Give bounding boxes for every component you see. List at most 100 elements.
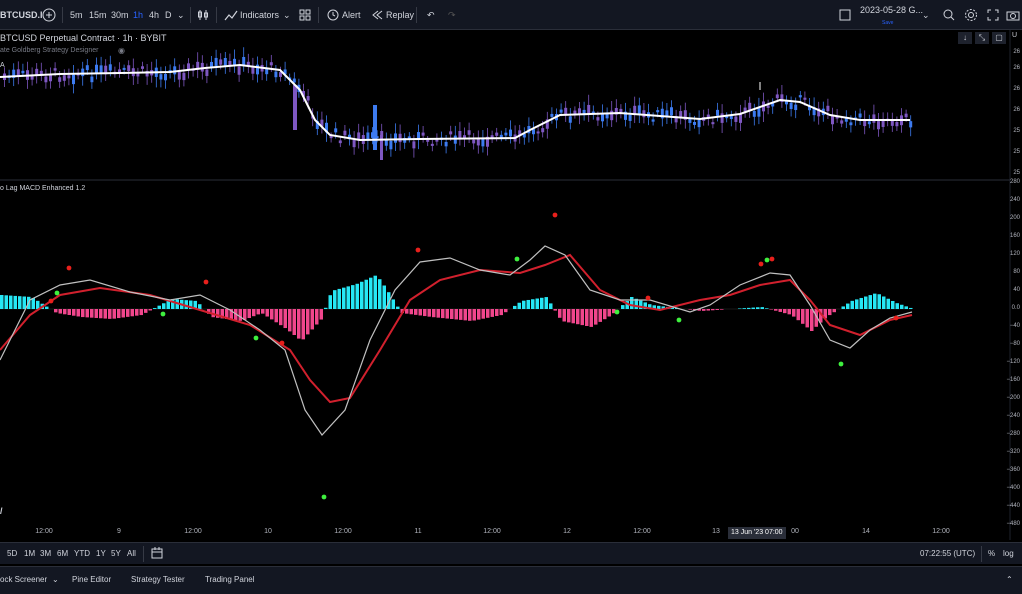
quick-search-icon[interactable] [942,8,956,22]
candle-body [881,120,885,127]
candle-body [688,118,692,123]
indicators-icon[interactable] [224,8,238,22]
histogram-bar [607,309,611,317]
histogram-bar [769,309,773,310]
candle-body [430,143,434,146]
candles-icon[interactable] [196,8,210,22]
histogram-bar [909,307,913,309]
date-range-icon[interactable] [151,542,163,564]
histogram-bar [261,309,265,314]
chevron-up-icon[interactable]: ⌃ [1006,567,1013,593]
range-ytd[interactable]: YTD [74,543,90,565]
candle-body [826,105,830,112]
candle-body [173,66,177,75]
histogram-bar [594,309,598,325]
interval-1h[interactable]: 1h [133,0,143,30]
arrow-down-icon[interactable]: ↓ [958,32,972,44]
symbol-search[interactable]: BTCUSD.I [0,0,43,30]
interval-30m[interactable]: 30m [111,0,129,30]
range-3m[interactable]: 3M [40,543,51,565]
histogram-bar [504,309,508,313]
histogram-bar [130,309,134,317]
camera-icon[interactable] [1006,8,1020,22]
chart-canvas[interactable] [0,30,1022,540]
undo-icon[interactable]: ↶ [427,0,435,30]
candle-body [895,122,899,127]
range-5y[interactable]: 5Y [111,543,121,565]
histogram-bar [441,309,445,319]
candle-body [716,109,719,116]
tab-stock-screener[interactable]: ock Screener [0,567,47,593]
range-6m[interactable]: 6M [57,543,68,565]
range-all[interactable]: All [127,543,136,565]
interval-4h[interactable]: 4h [149,0,159,30]
percent-toggle[interactable]: % [988,543,995,565]
candle-body [720,113,724,123]
histogram-bar [841,306,845,309]
histogram-bar [67,309,71,315]
candle-body [536,131,540,134]
redo-icon[interactable]: ↷ [448,0,456,30]
tab-strategy-tester[interactable]: Strategy Tester [131,567,185,593]
chevron-down-icon[interactable]: ⌄ [52,567,59,593]
histogram-bar [886,298,890,309]
chevron-down-icon[interactable]: ⌄ [177,0,185,30]
interval-15m[interactable]: 15m [89,0,107,30]
layout-icon[interactable] [838,8,852,22]
replay-icon[interactable] [370,8,384,22]
signal-dot-green [321,494,327,500]
candle-body [449,131,453,135]
time-label: 13 [712,528,720,535]
interval-5m[interactable]: 5m [70,0,83,30]
macd-label: 0.0 [1011,305,1020,311]
candle-body [831,115,834,125]
clock-time[interactable]: 07:22:55 (UTC) [920,543,975,565]
histogram-bar [751,307,755,309]
alert-button[interactable]: Alert [342,0,361,30]
candle-body [637,105,641,114]
tab-pine-editor[interactable]: Pine Editor [72,567,111,593]
templates-icon[interactable] [298,8,312,22]
macd-line [0,245,913,436]
histogram-bar [108,309,112,319]
candle-body [53,68,57,71]
replay-button[interactable]: Replay [386,0,414,30]
candle-body [21,70,25,74]
alert-icon[interactable] [326,8,340,22]
histogram-bar [891,301,895,309]
histogram-bar [522,300,526,309]
tradingview-logo: / [0,506,3,516]
candle-body [99,65,103,74]
collapse-icon[interactable]: ⤡ [975,32,989,44]
histogram-bar [252,309,256,317]
candle-body [343,130,347,136]
chevron-down-icon[interactable]: ⌄ [283,0,291,30]
chart-area[interactable]: BTCUSD Perpetual Contract · 1h · BYBIT a… [0,30,1022,540]
time-label: 9 [117,528,121,535]
histogram-bar [427,309,431,317]
tab-trading-panel[interactable]: Trading Panel [205,567,255,593]
fullscreen-icon[interactable] [986,8,1000,22]
candle-body [670,107,673,116]
histogram-bar [828,309,832,316]
add-symbol-icon[interactable] [42,8,56,22]
chevron-down-icon[interactable]: ⌄ [922,0,930,30]
log-toggle[interactable]: log [1003,543,1014,565]
candle-body [610,110,614,121]
interval-d[interactable]: D [165,0,172,30]
eye-icon[interactable]: ◉ [118,46,125,55]
histogram-bar [306,309,310,335]
range-1m[interactable]: 1M [24,543,35,565]
pane-settings-icon[interactable]: U [1012,32,1017,39]
range-1y[interactable]: 1Y [96,543,106,565]
maximize-pane-icon[interactable]: ▢ [992,32,1006,44]
macd-label: −200 [1006,395,1020,401]
histogram-bar [580,309,584,326]
histogram-bar [445,309,449,319]
histogram-bar [760,307,764,309]
range-5d[interactable]: 5D [7,543,17,565]
histogram-bar [855,299,859,309]
signal-dot-green [676,317,682,323]
indicators-button[interactable]: Indicators [240,0,279,30]
gear-icon[interactable] [964,8,978,22]
